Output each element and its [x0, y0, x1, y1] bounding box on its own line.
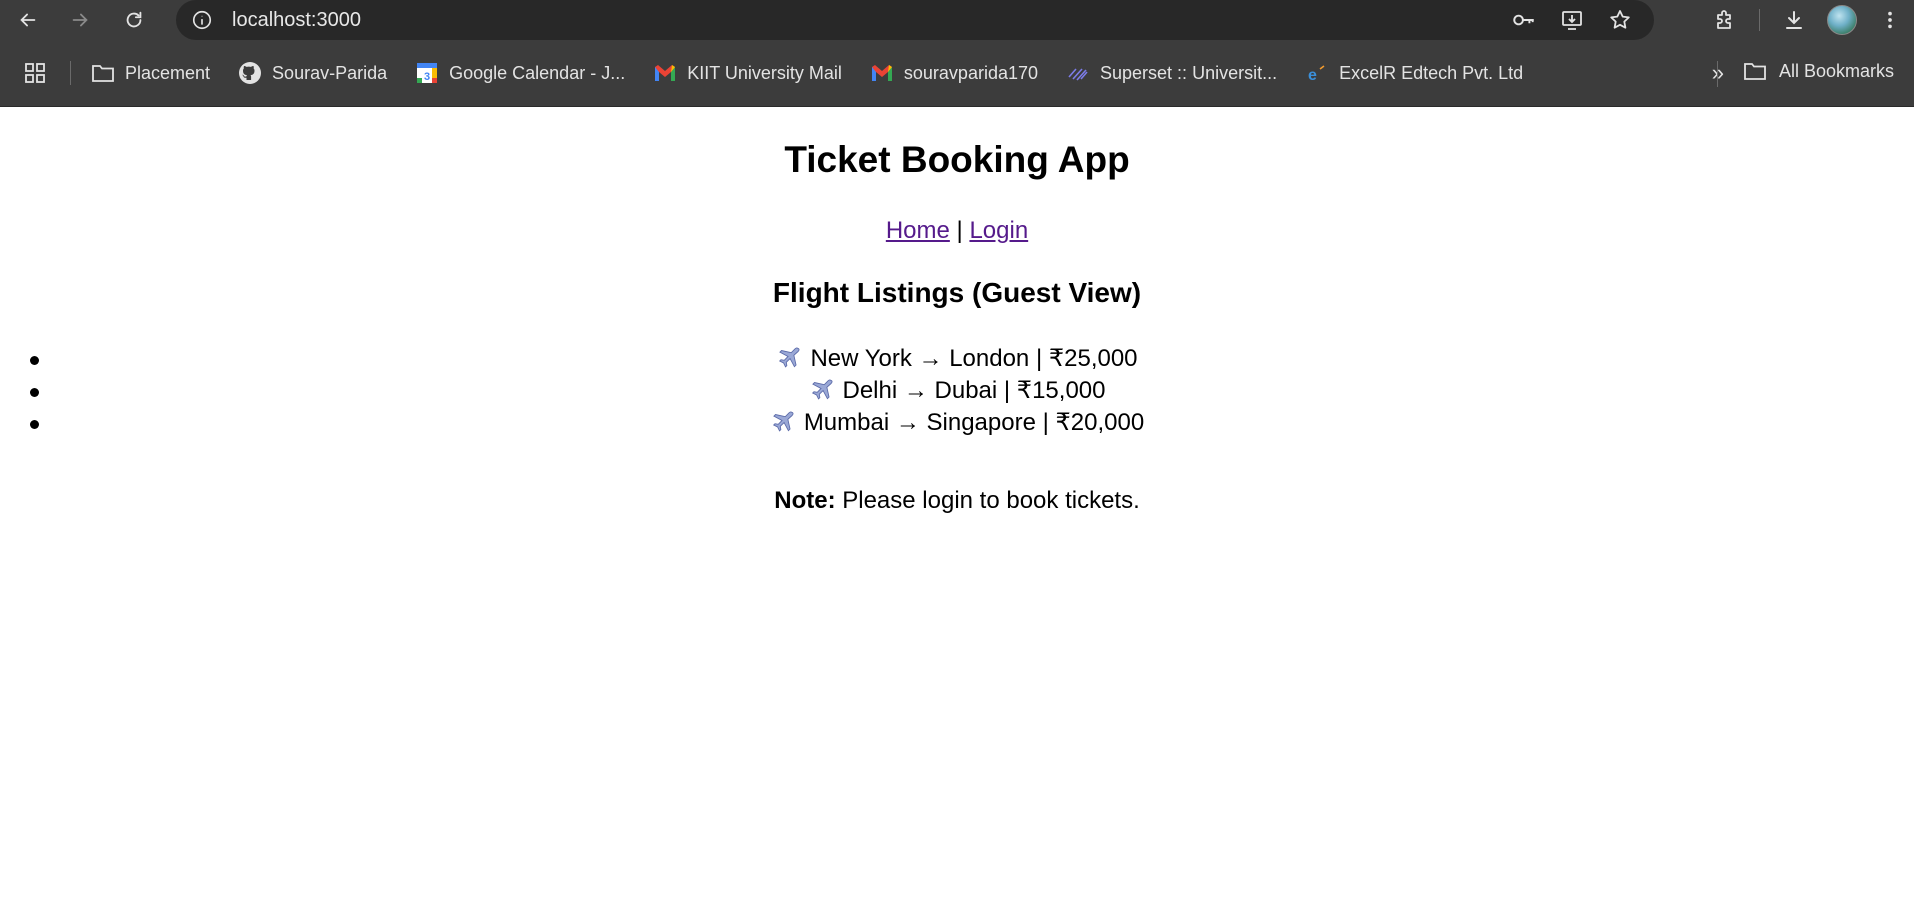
listing-heading: Flight Listings (Guest View)	[772, 277, 1142, 308]
airplane-icon	[811, 379, 832, 400]
list-bullet	[30, 388, 39, 397]
bookmark-label: ExcelR Edtech Pvt. Ltd	[1339, 62, 1524, 83]
install-app-icon[interactable]	[1548, 0, 1596, 40]
note-label: Note:	[774, 487, 836, 514]
folder-icon	[91, 61, 115, 85]
bookmarks-bar: Placement Sourav-Parida 3 Google Calenda…	[0, 40, 1914, 107]
bookmark-kiit-mail[interactable]: KIIT University Mail	[653, 61, 842, 85]
page-title: Ticket Booking App	[784, 139, 1130, 180]
airplane-icon	[772, 411, 794, 432]
toolbar-divider	[1759, 9, 1760, 31]
bookmark-label: Sourav-Parida	[272, 62, 388, 83]
bookmark-label: Placement	[125, 62, 211, 83]
key-icon[interactable]	[1500, 0, 1548, 40]
svg-text:e: e	[1308, 67, 1317, 83]
site-nav: Home | Login	[0, 217, 1914, 245]
address-bar[interactable]: localhost:3000	[176, 0, 1654, 40]
bookmark-google-calendar[interactable]: 3 Google Calendar - J...	[415, 61, 625, 85]
bookmark-label: Google Calendar - J...	[449, 62, 626, 83]
bookmark-label: souravparida170	[903, 62, 1039, 83]
arrow-left-icon	[20, 13, 36, 27]
flight-text: New York → London | ₹25,000	[810, 345, 1138, 372]
site-info-icon[interactable]	[182, 0, 222, 40]
profile-avatar[interactable]	[1818, 0, 1866, 40]
nav-separator: |	[956, 217, 963, 244]
reload-icon	[126, 11, 142, 28]
flight-item: New York → London | ₹25,000	[0, 343, 1914, 375]
bookmark-label: KIIT University Mail	[687, 62, 842, 83]
home-link[interactable]: Home	[886, 217, 950, 244]
flight-text: Delhi → Dubai | ₹15,000	[842, 377, 1106, 404]
avatar	[1827, 5, 1857, 35]
bookmark-sourav-parida[interactable]: Sourav-Parida	[238, 61, 387, 85]
forward-button[interactable]	[60, 0, 100, 40]
gmail-icon	[870, 61, 894, 85]
excelr-icon: e	[1305, 61, 1329, 85]
bookmark-excelr[interactable]: e ExcelR Edtech Pvt. Ltd	[1305, 61, 1523, 85]
arrow-right-icon	[72, 13, 88, 27]
bookmarks-divider	[70, 61, 71, 85]
flight-text: Mumbai → Singapore | ₹20,000	[803, 409, 1145, 436]
extensions-icon[interactable]	[1701, 0, 1749, 40]
login-link[interactable]: Login	[969, 217, 1028, 244]
flight-item: Delhi → Dubai | ₹15,000	[0, 375, 1914, 407]
gmail-icon	[653, 61, 677, 85]
bookmark-souravparida170[interactable]: souravparida170	[870, 61, 1038, 85]
note-text: Please login to book tickets.	[835, 487, 1140, 514]
reload-button[interactable]	[114, 0, 154, 40]
back-button[interactable]	[8, 0, 48, 40]
airplane-icon	[779, 347, 800, 368]
menu-kebab-icon[interactable]	[1866, 0, 1914, 40]
browser-toolbar: localhost:3000	[0, 0, 1914, 40]
list-bullet	[30, 420, 39, 429]
url-text[interactable]: localhost:3000	[232, 9, 1500, 32]
star-icon[interactable]	[1596, 0, 1644, 40]
google-calendar-icon: 3	[415, 61, 439, 85]
apps-grid-icon[interactable]	[18, 56, 52, 90]
all-bookmarks-label: All Bookmarks	[1778, 60, 1894, 81]
login-note: Note: Please login to book tickets.	[0, 487, 1914, 515]
superset-icon	[1066, 61, 1090, 85]
page-content: Ticket Booking App Home | Login Flight L…	[0, 107, 1914, 922]
flight-list: New York → London | ₹25,000 Delhi → Duba…	[0, 343, 1914, 439]
bookmark-placement[interactable]: Placement	[91, 61, 210, 85]
flight-item: Mumbai → Singapore | ₹20,000	[0, 407, 1914, 439]
all-bookmarks-button[interactable]: All Bookmarks	[1743, 60, 1894, 82]
bookmark-label: Superset :: Universit...	[1100, 62, 1278, 83]
folder-icon	[1743, 60, 1767, 82]
bookmark-superset[interactable]: Superset :: Universit...	[1066, 61, 1277, 85]
list-bullet	[30, 356, 39, 365]
download-icon[interactable]	[1770, 0, 1818, 40]
svg-text:3: 3	[424, 71, 430, 83]
bookmarks-divider	[1717, 61, 1718, 87]
github-icon	[238, 61, 262, 85]
